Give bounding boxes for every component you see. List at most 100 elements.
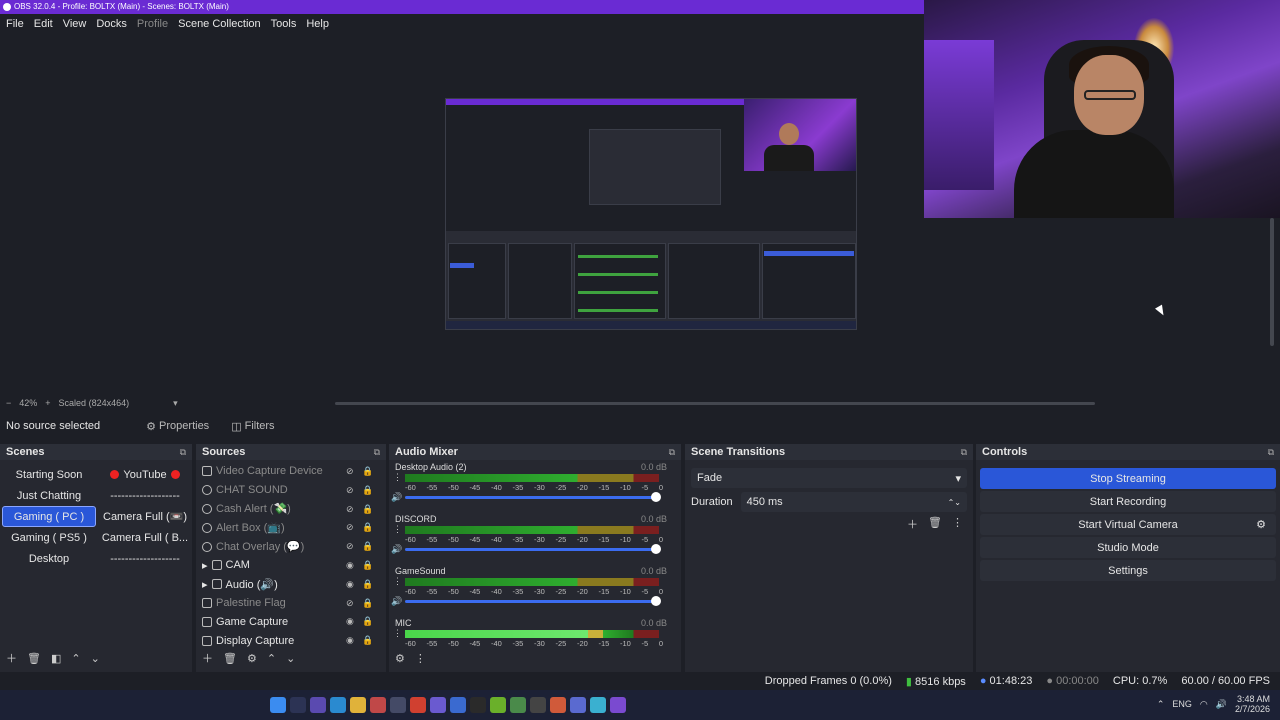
wifi-icon[interactable]: ◠ (1200, 699, 1208, 710)
lock-icon[interactable]: 🔒 (362, 560, 373, 570)
virtual-camera-gear-icon[interactable]: ⚙ (1256, 518, 1266, 531)
move-down-icon[interactable]: ⌄ (91, 652, 100, 665)
undock-icon[interactable]: ⧉ (1268, 447, 1274, 458)
menu-file[interactable]: File (6, 18, 24, 30)
app-icon[interactable] (490, 697, 506, 713)
scene-separator[interactable]: ------------------- (98, 485, 192, 506)
app-icon[interactable] (430, 697, 446, 713)
menu-edit[interactable]: Edit (34, 18, 53, 30)
channel-menu-icon[interactable]: ⋮ (393, 524, 402, 535)
source-item[interactable]: Chat Overlay (💬) ⊘ 🔒 (196, 537, 386, 556)
lock-icon[interactable]: 🔒 (362, 541, 373, 551)
speaker-icon[interactable]: 🔊 (391, 596, 402, 607)
menu-profile[interactable]: Profile (137, 18, 168, 30)
lock-icon[interactable]: 🔒 (362, 635, 373, 645)
source-item[interactable]: Alert Box (📺) ⊘ 🔒 (196, 518, 386, 537)
expand-arrow-icon[interactable]: ▸ (202, 559, 208, 572)
add-transition-button[interactable]: ＋ (907, 516, 918, 532)
remove-source-button[interactable]: 🗑 (223, 652, 237, 665)
mixer-menu-icon[interactable]: ⋮ (415, 652, 426, 665)
stop-streaming-button[interactable]: Stop Streaming (980, 468, 1276, 489)
undock-icon[interactable]: ⧉ (669, 447, 675, 458)
zoom-out-button[interactable]: − (6, 398, 11, 408)
channel-menu-icon[interactable]: ⋮ (393, 472, 402, 483)
volume-slider-handle[interactable] (651, 492, 661, 502)
edge-icon[interactable] (330, 697, 346, 713)
lock-icon[interactable]: 🔒 (362, 485, 373, 495)
eye-hidden-icon[interactable]: ⊘ (346, 598, 356, 608)
studio-mode-button[interactable]: Studio Mode (980, 537, 1276, 558)
start-recording-button[interactable]: Start Recording (980, 491, 1276, 512)
eye-hidden-icon[interactable]: ⊘ (346, 485, 356, 495)
chevron-up-icon[interactable]: ⌃ (1157, 699, 1165, 710)
transition-select[interactable]: Fade ▾ (691, 468, 967, 488)
channel-menu-icon[interactable]: ⋮ (393, 576, 402, 587)
source-item[interactable]: Display Capture ◉ 🔒 (196, 631, 386, 650)
scene-gaming-pc[interactable]: Gaming ( PC ) (2, 506, 96, 527)
menu-view[interactable]: View (63, 18, 87, 30)
menu-tools[interactable]: Tools (271, 18, 297, 30)
volume-slider-handle[interactable] (651, 596, 661, 606)
scene-youtube[interactable]: YouTube (98, 464, 192, 485)
source-item[interactable]: Video Capture Device ⊘ 🔒 (196, 462, 386, 481)
speaker-icon[interactable]: 🔊 (391, 492, 402, 503)
volume-slider-handle[interactable] (651, 544, 661, 554)
move-up-icon[interactable]: ⌃ (71, 652, 80, 665)
preview-vertical-scrollbar[interactable] (1270, 218, 1274, 346)
undock-icon[interactable]: ⧉ (374, 447, 380, 458)
source-item[interactable]: Cash Alert (💸) ⊘ 🔒 (196, 500, 386, 519)
menu-scene-collection[interactable]: Scene Collection (178, 18, 261, 30)
remove-scene-button[interactable]: 🗑 (27, 652, 41, 665)
channel-menu-icon[interactable]: ⋮ (393, 628, 402, 639)
start-virtual-camera-button[interactable]: Start Virtual Camera ⚙ (980, 514, 1276, 535)
eye-icon[interactable]: ◉ (346, 560, 356, 570)
clock[interactable]: 3:48 AM 2/7/2026 (1235, 694, 1270, 714)
app-icon[interactable] (590, 697, 606, 713)
obs-taskbar-icon[interactable] (390, 697, 406, 713)
source-item[interactable]: CHAT SOUND ⊘ 🔒 (196, 481, 386, 500)
expand-arrow-icon[interactable]: ▸ (202, 578, 208, 591)
app-icon[interactable] (530, 697, 546, 713)
volume-icon[interactable]: 🔊 (1216, 699, 1227, 710)
scene-starting-soon[interactable]: Starting Soon (2, 464, 96, 485)
app-icon[interactable] (370, 697, 386, 713)
lock-icon[interactable]: 🔒 (362, 579, 373, 589)
app-icon[interactable] (550, 697, 566, 713)
lock-icon[interactable]: 🔒 (362, 616, 373, 626)
app-icon[interactable] (450, 697, 466, 713)
scene-just-chatting[interactable]: Just Chatting (2, 485, 96, 506)
move-up-icon[interactable]: ⌃ (267, 652, 276, 665)
volume-slider[interactable] (405, 496, 659, 499)
start-icon[interactable] (270, 697, 286, 713)
eye-icon[interactable]: ◉ (346, 635, 356, 645)
spin-arrows-icon[interactable]: ⌃⌄ (948, 498, 961, 507)
scene-filters-icon[interactable]: ◧ (51, 652, 61, 665)
lock-icon[interactable]: 🔒 (362, 598, 373, 608)
lock-icon[interactable]: 🔒 (362, 504, 373, 514)
scene-gaming-ps5[interactable]: Gaming ( PS5 ) (2, 527, 96, 548)
speaker-icon[interactable]: 🔊 (391, 544, 402, 555)
source-group-cam[interactable]: ▸ CAM ◉ 🔒 (196, 556, 386, 575)
source-properties-gear-icon[interactable]: ⚙ (247, 652, 257, 665)
app-icon[interactable] (570, 697, 586, 713)
menu-docks[interactable]: Docks (96, 18, 127, 30)
remove-transition-button[interactable]: 🗑 (928, 516, 942, 532)
eye-hidden-icon[interactable]: ⊘ (346, 466, 356, 476)
add-source-button[interactable]: ＋ (202, 650, 213, 666)
app-icon[interactable] (610, 697, 626, 713)
lock-icon[interactable]: 🔒 (362, 522, 373, 532)
menu-help[interactable]: Help (306, 18, 329, 30)
scene-desktop[interactable]: Desktop (2, 548, 96, 569)
transition-menu-icon[interactable]: ⋮ (952, 516, 963, 532)
lang-indicator[interactable]: ENG (1172, 699, 1192, 709)
scene-separator[interactable]: ------------------- (98, 548, 192, 569)
app-icon[interactable] (510, 697, 526, 713)
eye-icon[interactable]: ◉ (346, 579, 356, 589)
eye-hidden-icon[interactable]: ⊘ (346, 541, 356, 551)
scale-dropdown-chevron-icon[interactable]: ▾ (173, 398, 178, 409)
eye-icon[interactable]: ◉ (346, 616, 356, 626)
eye-hidden-icon[interactable]: ⊘ (346, 522, 356, 532)
volume-slider[interactable] (405, 548, 659, 551)
filters-button[interactable]: ◫ Filters (225, 418, 280, 435)
scene-camera-full-2[interactable]: Camera Full ( B... (98, 527, 192, 548)
